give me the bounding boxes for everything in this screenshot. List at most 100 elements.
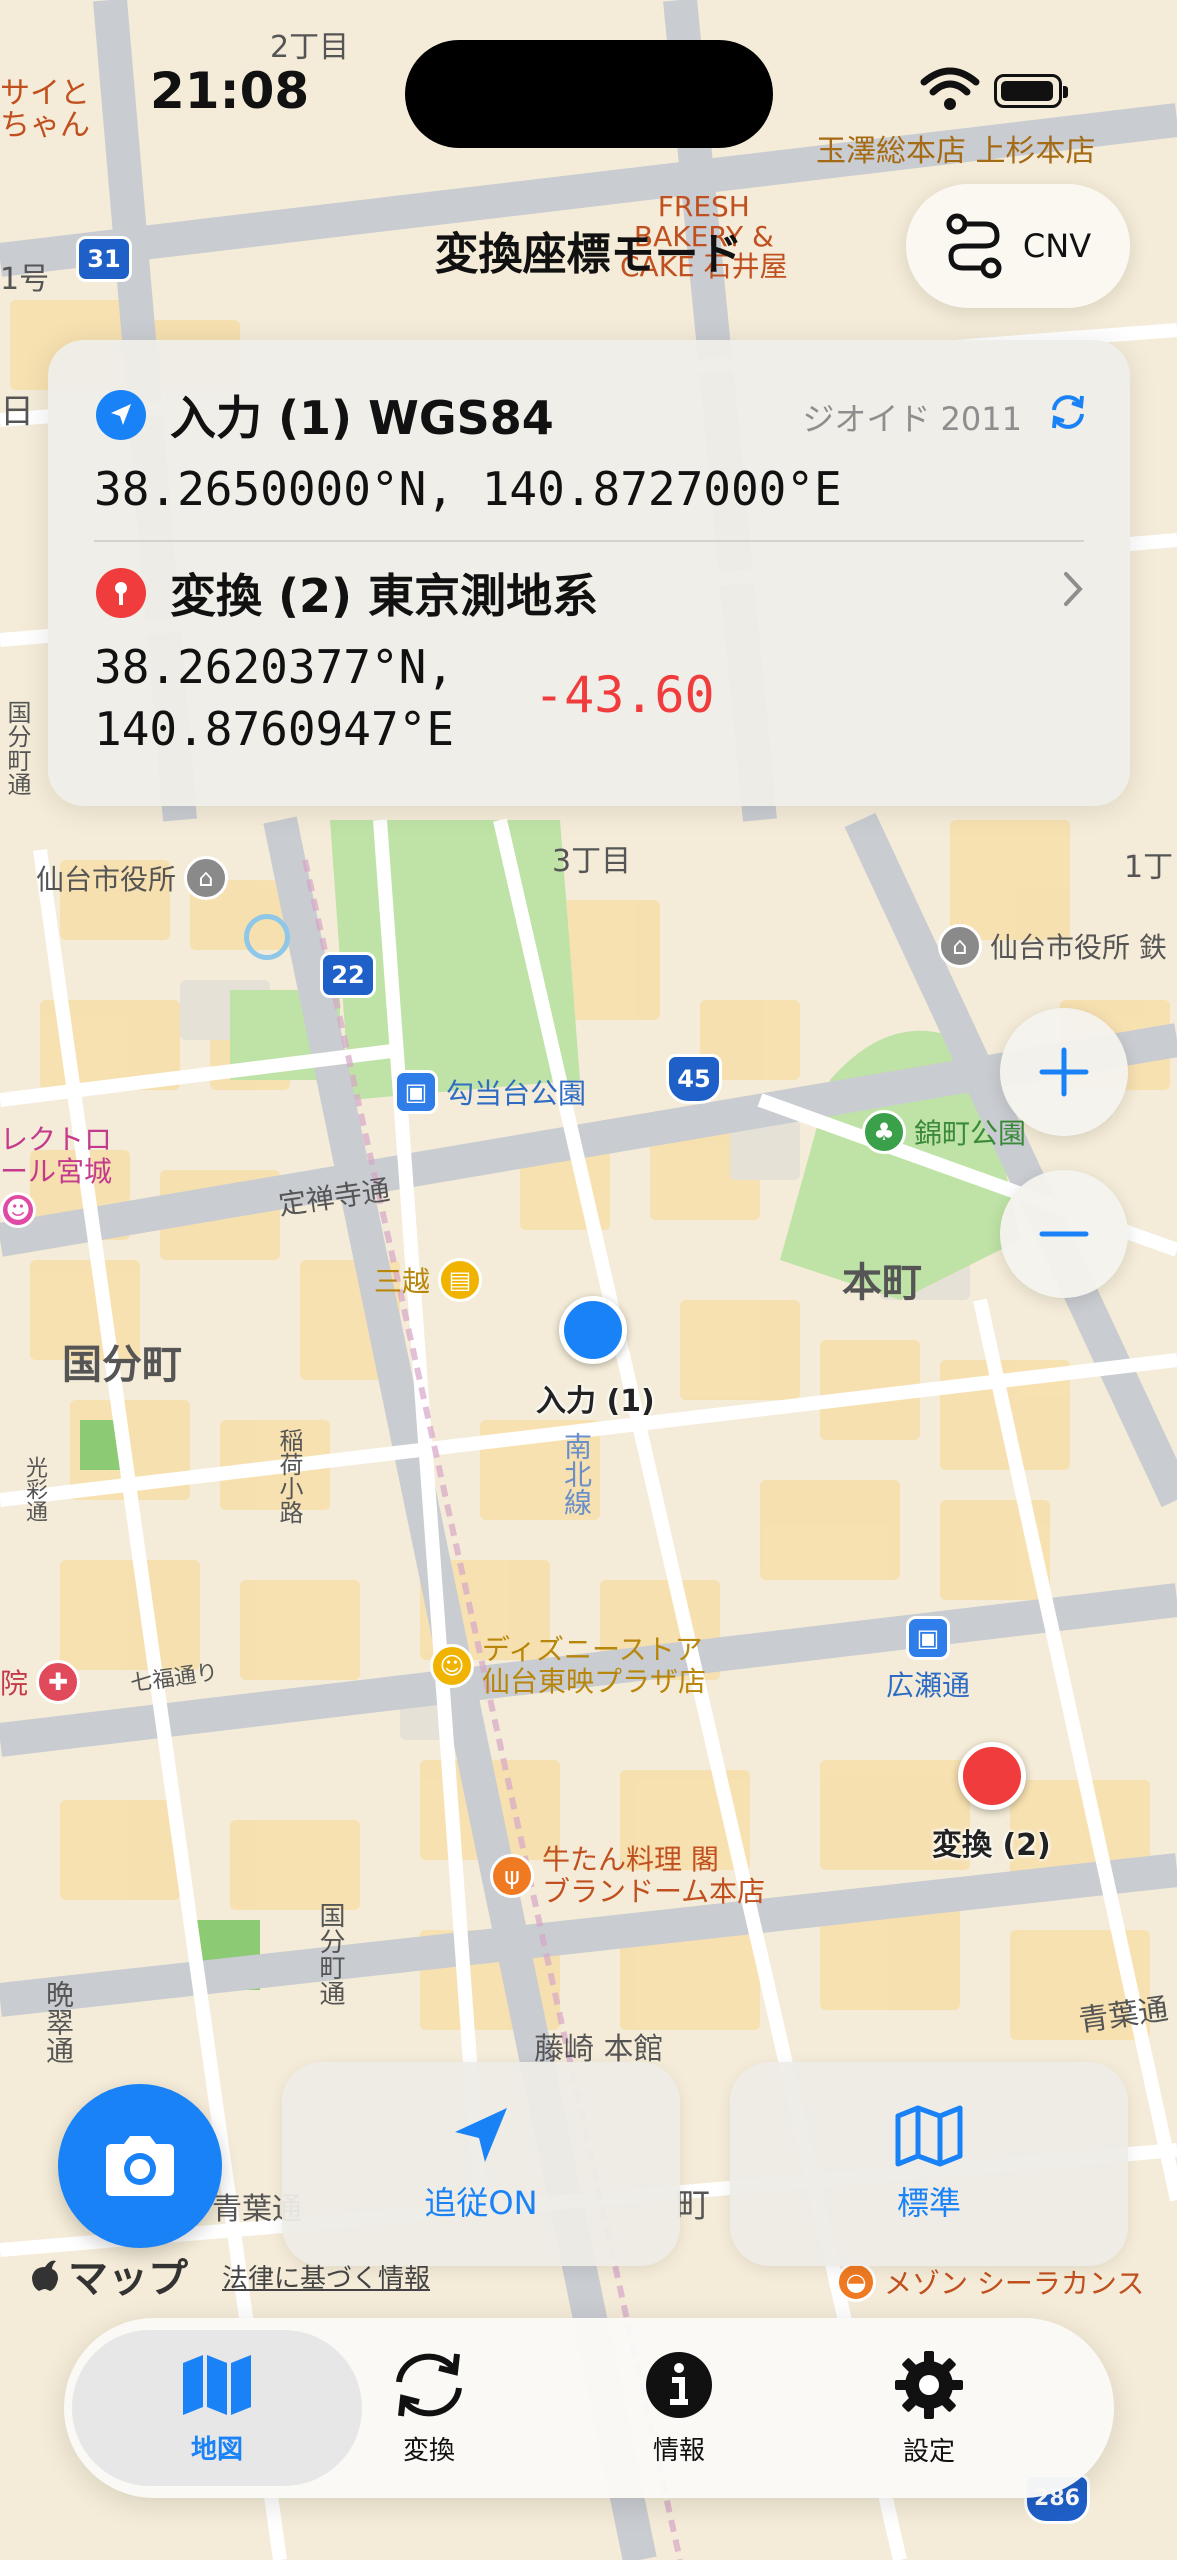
map-label-tamazawa: 玉澤総本店 上杉本店 [816, 134, 1096, 169]
tab-info[interactable]: 情報 [572, 2330, 786, 2486]
tab-map[interactable]: 地図 [72, 2330, 362, 2486]
converted-longitude: 140.8760947°E [94, 702, 455, 756]
fork-knife-icon: ψ [490, 1854, 534, 1898]
zoom-in-button[interactable] [1000, 1008, 1128, 1136]
poi-label: 牛たん料理 閣 ブランドーム本店 [542, 1843, 766, 1908]
poi-hirosedori-station[interactable]: ▣ 広瀬通 [886, 1616, 970, 1704]
chevron-right-icon[interactable] [1060, 568, 1086, 610]
hospital-icon: ✚ [36, 1660, 81, 1704]
poi-label: メゾン シーラカンス [884, 2267, 1145, 2300]
cnv-label: CNV [1022, 227, 1092, 265]
map-label-chome1: 1丁 [1124, 850, 1174, 885]
coordinate-card: 入力 (1) WGS84 ジオイド 2011 38.2650000°N, 140… [48, 340, 1130, 806]
info-icon [646, 2351, 712, 2418]
map-label-kokubuncho: 国分町 [62, 1342, 182, 1388]
shopping-bag-icon: ▤ [438, 1258, 483, 1302]
apple-logo-icon [32, 2260, 58, 2291]
route-22-shield: 22 [320, 952, 376, 998]
subway-icon: ▣ [906, 1616, 950, 1660]
poi-electro[interactable]: レクトロ ール宮城 ☻ [0, 1124, 112, 1228]
gear-icon [895, 2350, 963, 2419]
converted-header[interactable]: 変換 (2) 東京測地系 [96, 560, 598, 626]
poi-label: レクトロ ール宮城 [0, 1123, 113, 1188]
location-ring [244, 914, 290, 960]
screen: 2丁目 3丁目 1丁 国分町 本町 定禅寺通 南北線 稲荷小路 七福通り 青葉通… [0, 0, 1177, 2560]
wifi-icon [920, 67, 980, 110]
tab-settings[interactable]: 設定 [822, 2330, 1036, 2486]
converted-latitude: 38.2620377°N, [94, 640, 455, 694]
pin-icon [96, 568, 146, 618]
map-label-bansui: 晩翠通 [42, 1980, 75, 2064]
navigation-arrow-icon [96, 390, 146, 440]
map-label-nanboku: 南北線 [560, 1432, 593, 1516]
poi-label: 仙台市役所 鉄 [990, 931, 1167, 964]
theater-icon: ☻ [0, 1192, 36, 1228]
apple-maps-attribution: マップ [28, 2246, 188, 2304]
zoom-out-button[interactable] [1000, 1170, 1128, 1298]
status-time: 21:08 [150, 62, 310, 120]
map-label-saito: サイと ちゃん [0, 76, 90, 143]
map-label-chome3: 3丁目 [552, 844, 632, 879]
tab-map-label: 地図 [190, 2434, 243, 2465]
map-type-label: 標準 [896, 2184, 961, 2222]
tree-icon: ♣ [862, 1110, 906, 1154]
tab-convert[interactable]: 変換 [322, 2330, 536, 2486]
poi-nishikicho-park[interactable]: ♣ 錦町公園 [862, 1110, 1026, 1154]
map-label-machi: 町 [676, 2186, 710, 2226]
minus-icon [1039, 1231, 1089, 1237]
converted-label: 変換 (2) 東京測地系 [170, 569, 599, 623]
apple-maps-text: マップ [68, 2256, 188, 2302]
poi-label: 院 [0, 1667, 29, 1700]
input-header: 入力 (1) WGS84 [96, 382, 554, 448]
map-label-kokubun-v: 国分町通 [315, 1902, 345, 2006]
height-difference: -43.60 [534, 666, 715, 724]
tab-info-label: 情報 [652, 2435, 705, 2466]
map-type-button[interactable]: 標準 [730, 2062, 1128, 2266]
map-label-kokubun-dori-left: 国分町通 [3, 700, 31, 796]
poi-label: 三越 [374, 1265, 431, 1298]
poi-koutoudai-park[interactable]: ▣ 勾当台公園 [394, 1070, 586, 1114]
tab-settings-label: 設定 [902, 2436, 955, 2467]
battery-icon [994, 74, 1068, 108]
legal-link[interactable]: 法律に基づく情報 [222, 2258, 430, 2295]
dynamic-island [405, 40, 773, 148]
converted-marker-label: 変換 (2) [932, 1828, 1051, 1863]
follow-label: 追従ON [424, 2184, 538, 2222]
cnv-button[interactable]: CNV [906, 184, 1130, 308]
poi-mitsukoshi[interactable]: 三越 ▤ [374, 1258, 483, 1302]
camera-button[interactable] [58, 2084, 222, 2248]
geoid-label: ジオイド 2011 [802, 400, 1022, 438]
toy-icon: ☺ [430, 1644, 474, 1688]
map-icon [895, 2105, 963, 2167]
location-arrow-icon [455, 2108, 507, 2162]
poi-sendai-city-hall-2[interactable]: ⌂ 仙台市役所 鉄 [938, 924, 1167, 968]
plus-icon [1039, 1047, 1089, 1097]
poi-sendai-city-hall[interactable]: 仙台市役所 ⌂ [36, 856, 229, 900]
map-icon [183, 2354, 251, 2415]
converted-marker[interactable] [958, 1742, 1026, 1810]
tab-convert-label: 変換 [402, 2435, 455, 2466]
subway-icon: ▣ [394, 1070, 438, 1114]
tab-bar: 地図 変換 情報 設定 [64, 2318, 1114, 2498]
map-label-inari: 稲荷小路 [275, 1428, 303, 1524]
input-marker[interactable] [559, 1296, 627, 1364]
poi-label: 広瀬通 [886, 1669, 971, 1702]
card-divider [94, 540, 1084, 542]
refresh-arrows-icon [396, 2353, 462, 2416]
route-icon [946, 213, 1002, 279]
input-coordinates: 38.2650000°N, 140.8727000°E [94, 462, 842, 516]
map-label-nichi: 日 [0, 392, 34, 432]
follow-button[interactable]: 追従ON [282, 2062, 680, 2266]
poi-maison[interactable]: ◒ メゾン シーラカンス [836, 2262, 1144, 2302]
poi-disney-store[interactable]: ☺ ディズニーストア 仙台東映プラザ店 [430, 1634, 706, 1698]
map-label-honcho: 本町 [842, 1260, 922, 1306]
poi-hospital[interactable]: 院 ✚ [0, 1660, 81, 1704]
camera-icon [106, 2136, 174, 2196]
refresh-icon[interactable] [1046, 390, 1090, 434]
map-label-chome2: 2丁目 [270, 30, 350, 65]
map-label-koseido: 光彩通 [22, 1456, 47, 1522]
input-marker-label: 入力 (1) [536, 1384, 655, 1419]
poi-label: 仙台市役所 [36, 863, 177, 896]
poi-label: 勾当台公園 [446, 1077, 587, 1110]
poi-gyutan[interactable]: ψ 牛たん料理 閣 ブランドーム本店 [490, 1844, 765, 1908]
